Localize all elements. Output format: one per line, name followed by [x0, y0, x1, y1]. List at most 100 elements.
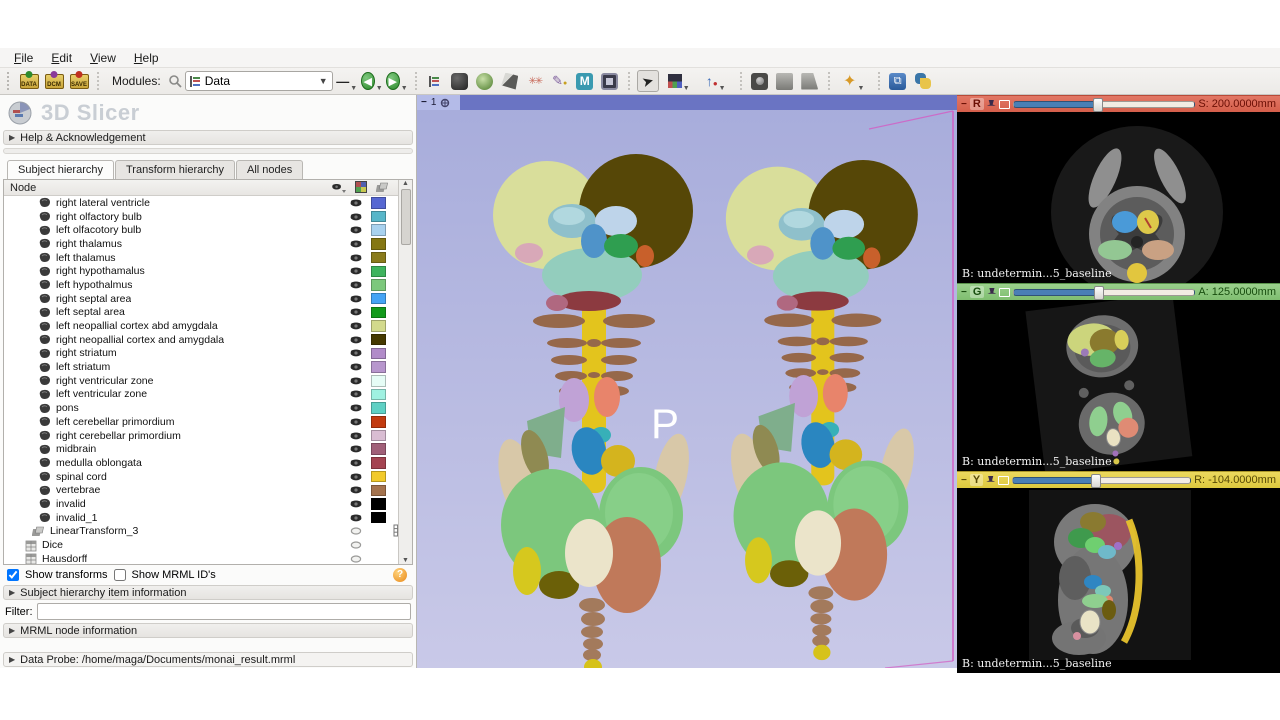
favorite-annotations-module-button[interactable]: ✎● [549, 70, 571, 92]
eye-closed-icon[interactable] [341, 525, 371, 537]
eye-open-icon[interactable] [341, 279, 371, 291]
yellow-slice-offset-slider[interactable] [1012, 477, 1191, 484]
load-data-button[interactable]: DATA [18, 70, 40, 92]
pin-icon[interactable] [987, 288, 996, 297]
collapse-view-controls-icon[interactable]: − [961, 99, 967, 110]
tree-row-left-neopallial-cortex-abd-amygdala[interactable]: left neopallial cortex abd amygdala [4, 319, 412, 333]
color-swatch[interactable] [371, 224, 386, 236]
tree-row-right-neopallial-cortex-and-amygdala[interactable]: right neopallial cortex and amygdala [4, 333, 412, 347]
favorite-markups-module-button[interactable]: ✳✳ [524, 70, 546, 92]
eye-open-icon[interactable] [341, 211, 371, 223]
filter-input[interactable] [37, 603, 412, 620]
slider-handle[interactable] [1091, 474, 1101, 488]
tree-row-hausdorff[interactable]: Hausdorff [4, 552, 412, 564]
tree-row-medulla-oblongata[interactable]: medulla oblongata [4, 456, 412, 470]
eye-open-icon[interactable] [341, 265, 371, 277]
tree-row-right-cerebellar-primordium[interactable]: right cerebellar primordium [4, 429, 412, 443]
tree-row-pons[interactable]: pons [4, 401, 412, 415]
item-information-section[interactable]: ▶ Subject hierarchy item information [3, 585, 413, 600]
color-swatch[interactable] [371, 307, 386, 319]
scroll-up-icon[interactable]: ▲ [402, 180, 409, 187]
tree-row-dice[interactable]: Dice [4, 538, 412, 552]
eye-open-icon[interactable] [341, 238, 371, 250]
color-swatch[interactable] [371, 416, 386, 428]
python-console-button[interactable] [912, 70, 934, 92]
tree-row-right-septal-area[interactable]: right septal area [4, 292, 412, 306]
eye-open-icon[interactable] [341, 334, 371, 346]
module-forward-button[interactable]: ▶▼ [386, 70, 408, 92]
color-swatch[interactable] [371, 334, 386, 346]
color-column-header-icon[interactable] [355, 181, 368, 194]
scroll-down-icon[interactable]: ▼ [402, 557, 409, 564]
help-icon[interactable]: ? [393, 568, 407, 582]
color-swatch[interactable] [371, 348, 386, 360]
tree-row-left-olfacotory-bulb[interactable]: left olfacotory bulb [4, 223, 412, 237]
color-swatch[interactable] [371, 361, 386, 373]
threed-view[interactable]: − 1 P [417, 95, 957, 668]
eye-open-icon[interactable] [341, 347, 371, 359]
tree-row-left-thalamus[interactable]: left thalamus [4, 251, 412, 265]
color-swatch[interactable] [371, 279, 386, 291]
slider-handle[interactable] [1094, 286, 1104, 300]
eye-open-icon[interactable] [341, 484, 371, 496]
scene-view-restore-button[interactable] [799, 70, 821, 92]
color-swatch[interactable] [371, 471, 386, 483]
eye-open-icon[interactable] [341, 224, 371, 236]
eye-open-icon[interactable] [341, 443, 371, 455]
save-button[interactable]: SAVE [68, 70, 90, 92]
visibility-column-header-icon[interactable] [331, 182, 347, 194]
tree-row-left-striatum[interactable]: left striatum [4, 360, 412, 374]
tree-row-right-thalamus[interactable]: right thalamus [4, 237, 412, 251]
tree-row-invalid-1[interactable]: invalid_1 [4, 511, 412, 525]
eye-open-icon[interactable] [341, 252, 371, 264]
favorite-sequences-module-button[interactable] [599, 70, 621, 92]
threed-render[interactable] [417, 95, 957, 668]
scene-view-capture-button[interactable] [774, 70, 796, 92]
collapse-view-controls-icon[interactable]: − [961, 287, 967, 298]
eye-open-icon[interactable] [341, 498, 371, 510]
tree-row-right-hypothamalus[interactable]: right hypothamalus [4, 264, 412, 278]
color-swatch[interactable] [371, 402, 386, 414]
color-swatch[interactable] [371, 539, 386, 551]
tree-row-left-cerebellar-primordium[interactable]: left cerebellar primordium [4, 415, 412, 429]
tree-row-invalid[interactable]: invalid [4, 497, 412, 511]
eye-open-icon[interactable] [341, 512, 371, 524]
tree-row-left-septal-area[interactable]: left septal area [4, 306, 412, 320]
color-swatch[interactable] [371, 320, 386, 332]
mrml-node-information-section[interactable]: ▶ MRML node information [3, 623, 413, 638]
pin-icon[interactable] [986, 476, 995, 485]
yellow-slice-canvas[interactable]: B: undetermin...5_baseline [957, 488, 1280, 673]
data-probe-section[interactable]: ▶ Data Probe: /home/maga/Documents/monai… [3, 652, 413, 667]
eye-open-icon[interactable] [341, 402, 371, 414]
view-layout-icon[interactable] [999, 288, 1010, 297]
color-swatch[interactable] [371, 526, 386, 538]
eye-open-icon[interactable] [341, 197, 371, 209]
color-swatch[interactable] [371, 238, 386, 250]
tree-row-vertebrae[interactable]: vertebrae [4, 483, 412, 497]
module-search-icon[interactable] [168, 74, 182, 88]
color-swatch[interactable] [371, 498, 386, 510]
view-layout-icon[interactable] [998, 476, 1009, 485]
eye-open-icon[interactable] [341, 361, 371, 373]
pin-icon[interactable] [440, 98, 450, 108]
tree-row-midbrain[interactable]: midbrain [4, 442, 412, 456]
screenshot-button[interactable] [749, 70, 771, 92]
tree-row-spinal-cord[interactable]: spinal cord [4, 470, 412, 484]
tree-row-right-olfactory-bulb[interactable]: right olfactory bulb [4, 210, 412, 224]
color-swatch[interactable] [371, 211, 386, 223]
pin-icon[interactable] [987, 100, 996, 109]
module-selector[interactable]: Data ▼ [185, 71, 333, 91]
window-level-button[interactable]: ▼ [662, 70, 696, 92]
color-swatch[interactable] [371, 197, 386, 209]
tree-row-right-ventricular-zone[interactable]: right ventricular zone [4, 374, 412, 388]
color-swatch[interactable] [371, 293, 386, 305]
slider-handle[interactable] [1093, 98, 1103, 112]
tree-row-left-hypothalmus[interactable]: left hypothalmus [4, 278, 412, 292]
scrollbar-thumb[interactable] [401, 189, 411, 245]
collapse-view-controls-icon[interactable]: − [961, 475, 967, 486]
eye-open-icon[interactable] [341, 388, 371, 400]
menu-edit[interactable]: Edit [43, 49, 80, 67]
color-swatch[interactable] [371, 252, 386, 264]
transform-column-header-icon[interactable] [376, 181, 390, 194]
help-acknowledgement-section[interactable]: ▶ Help & Acknowledgement [3, 130, 413, 145]
